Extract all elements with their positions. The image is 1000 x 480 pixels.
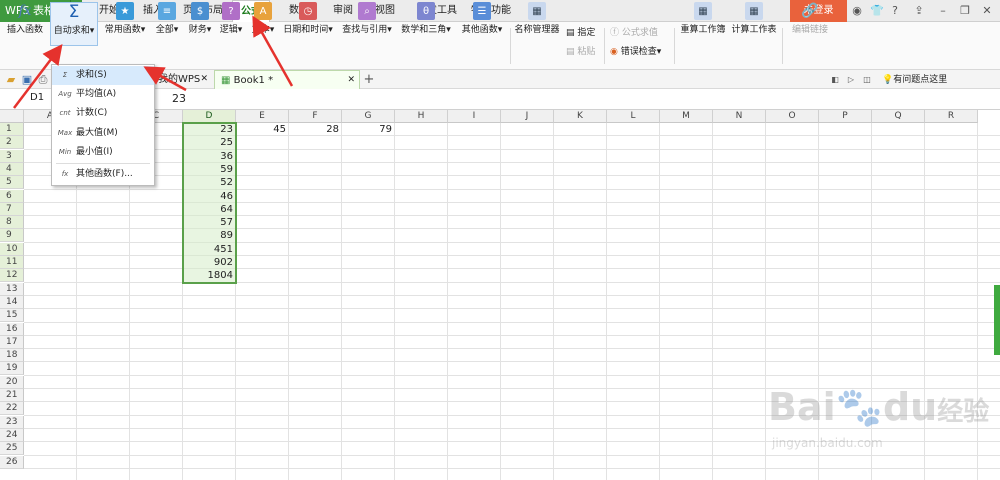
sidebar-scroll-indicator[interactable]	[994, 285, 1000, 355]
cell-d4[interactable]: 59	[183, 163, 236, 176]
grid-line	[606, 123, 607, 480]
row-header-17[interactable]: 17	[0, 335, 24, 349]
row-header-26[interactable]: 26	[0, 455, 24, 469]
menu-item-label: 其他函数(F)...	[76, 169, 133, 179]
menu-item-label: 最大值(M)	[76, 128, 118, 138]
baidu-watermark-url: jingyan.baidu.com	[772, 436, 883, 450]
row-header-24[interactable]: 24	[0, 428, 24, 442]
row-header-25[interactable]: 25	[0, 442, 24, 456]
grid-line	[24, 241, 1000, 243]
row-header-7[interactable]: 7	[0, 202, 24, 216]
cell-d9[interactable]: 89	[183, 229, 236, 242]
row-header-23[interactable]: 23	[0, 415, 24, 429]
baidu-watermark-logo: Bai🐾du经验	[768, 385, 990, 429]
cell-d12[interactable]: 1804	[183, 269, 236, 282]
grid-line	[24, 281, 1000, 283]
grid-line	[24, 294, 1000, 296]
menu-item-label: 最小值(I)	[76, 147, 113, 157]
grid-line	[24, 188, 1000, 190]
arrow-to-autosum	[13, 44, 63, 109]
cell-e1[interactable]: 45	[236, 123, 289, 136]
grid-line	[24, 321, 1000, 323]
row-header-8[interactable]: 8	[0, 216, 24, 230]
max-icon: Max	[57, 129, 73, 137]
grid-line	[24, 201, 1000, 203]
grid-line	[24, 308, 1000, 310]
row-header-5[interactable]: 5	[0, 176, 24, 190]
menu-divider	[56, 163, 150, 164]
grid-line	[24, 228, 1000, 230]
row-header-20[interactable]: 20	[0, 375, 24, 389]
row-header-10[interactable]: 10	[0, 242, 24, 256]
menu-item-max[interactable]: Max 最大值(M)	[52, 124, 154, 143]
row-header-19[interactable]: 19	[0, 362, 24, 376]
grid-line	[500, 123, 501, 480]
row-header-21[interactable]: 21	[0, 389, 24, 402]
grid-line	[24, 161, 1000, 163]
annotation-arrows	[13, 15, 294, 109]
grid-line	[24, 135, 1000, 137]
row-header-11[interactable]: 11	[0, 256, 24, 269]
paw-icon: 🐾	[835, 385, 883, 429]
grid-line	[24, 255, 1000, 256]
cell-d10[interactable]: 451	[183, 243, 236, 256]
cell-d1[interactable]: 23	[183, 123, 236, 136]
grid-line	[24, 454, 1000, 456]
cell-g1[interactable]: 79	[342, 123, 395, 136]
cell-d7[interactable]: 64	[183, 203, 236, 216]
row-header-16[interactable]: 16	[0, 322, 24, 336]
grid-line	[712, 123, 713, 480]
row-header-14[interactable]: 14	[0, 295, 24, 309]
grid-line	[341, 123, 342, 480]
grid-line	[24, 374, 1000, 376]
grid-line	[447, 123, 448, 480]
row-header-6[interactable]: 6	[0, 189, 24, 203]
row-header-2[interactable]: 2	[0, 136, 24, 150]
row-header-22[interactable]: 22	[0, 402, 24, 416]
grid-line	[24, 334, 1000, 336]
grid-line	[288, 123, 289, 480]
grid-line	[394, 123, 395, 480]
cell-d3[interactable]: 36	[183, 150, 236, 163]
cell-d8[interactable]: 57	[183, 216, 236, 229]
arrow-to-sum-item	[143, 66, 187, 92]
grid-line	[24, 467, 1000, 469]
arrow-to-formulas-tab	[252, 15, 294, 87]
grid-line	[24, 348, 1000, 350]
grid-line	[765, 123, 766, 480]
fx-icon: fx	[61, 170, 69, 178]
row-header-15[interactable]: 15	[0, 309, 24, 323]
grid-line	[24, 268, 1000, 270]
row-header-18[interactable]: 18	[0, 349, 24, 363]
cell-d2[interactable]: 25	[183, 136, 236, 149]
row-header-13[interactable]: 13	[0, 282, 24, 296]
grid-line	[24, 361, 1000, 363]
cell-d6[interactable]: 46	[183, 190, 236, 203]
cell-d11[interactable]: 902	[183, 256, 236, 269]
cell-d5[interactable]: 52	[183, 176, 236, 189]
grid-line	[24, 215, 1000, 217]
menu-item-more-functions[interactable]: fx 其他函数(F)...	[52, 165, 154, 184]
row-header-1[interactable]: 1	[0, 123, 24, 136]
grid-line	[553, 123, 554, 480]
min-icon: Min	[58, 148, 72, 156]
menu-item-min[interactable]: Min 最小值(I)	[52, 143, 154, 162]
grid-line	[659, 123, 660, 480]
grid-line	[24, 175, 1000, 177]
row-header-9[interactable]: 9	[0, 229, 24, 243]
row-header-3[interactable]: 3	[0, 149, 24, 163]
row-header-12[interactable]: 12	[0, 269, 24, 283]
grid-line	[24, 148, 1000, 150]
cell-f1[interactable]: 28	[289, 123, 342, 136]
row-header-4[interactable]: 4	[0, 162, 24, 176]
